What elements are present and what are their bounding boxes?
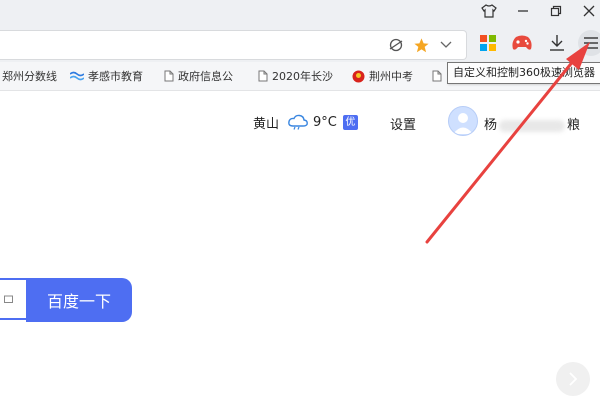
bookmark-item[interactable]: 2020年长沙 <box>258 62 333 90</box>
minimize-icon[interactable] <box>508 0 538 22</box>
document-icon <box>432 70 442 82</box>
restore-icon[interactable] <box>541 0 571 22</box>
bookmark-label: 荆州中考 <box>369 70 413 83</box>
user-name-prefix: 杨 <box>484 118 498 133</box>
emblem-icon <box>352 70 365 82</box>
star-icon[interactable] <box>410 35 432 55</box>
chevron-down-icon[interactable] <box>436 36 456 54</box>
user-name-suffix: 粮 <box>567 118 581 133</box>
tooltip-text: 自定义和控制360极速浏览器 <box>453 66 595 79</box>
bookmark-item[interactable]: 孝感市教育 <box>70 62 143 90</box>
settings-link[interactable]: 设置 <box>390 114 416 133</box>
close-icon[interactable] <box>574 0 600 22</box>
wave-icon <box>70 71 84 81</box>
toolbar <box>0 24 600 62</box>
user-icon <box>453 113 473 134</box>
menu-tooltip: 自定义和控制360极速浏览器 <box>447 62 600 84</box>
camera-icon[interactable] <box>4 294 14 304</box>
gamepad-icon[interactable] <box>510 32 534 54</box>
next-page-button[interactable] <box>556 362 590 396</box>
hamburger-menu-icon[interactable] <box>578 30 600 56</box>
bookmark-item[interactable]: 荆州中考 <box>352 62 413 90</box>
avatar[interactable] <box>448 106 478 136</box>
temperature-label: 9°C <box>313 114 337 130</box>
document-icon <box>258 70 268 82</box>
weather-widget[interactable]: 黄山 9°C 优 <box>253 110 358 134</box>
bookmark-label: 孝感市教育 <box>88 70 143 83</box>
address-bar[interactable] <box>0 30 467 60</box>
document-icon <box>164 70 174 82</box>
city-label: 黄山 <box>253 116 280 132</box>
redacted-name <box>499 119 566 132</box>
bookmark-label: 郑州分数线 <box>2 70 57 83</box>
tshirt-icon[interactable] <box>474 0 504 22</box>
chevron-right-icon <box>569 372 578 386</box>
bookmark-item[interactable] <box>432 62 446 90</box>
user-name[interactable]: 杨粮 <box>484 114 580 133</box>
cloud-rain-icon <box>288 114 308 130</box>
app-grid-icon[interactable] <box>478 33 498 53</box>
title-bar <box>0 0 600 24</box>
bookmark-label: 2020年长沙 <box>272 70 333 83</box>
reader-mode-icon[interactable] <box>386 36 406 54</box>
bookmark-label: 政府信息公 <box>178 70 233 83</box>
search-input[interactable] <box>0 278 26 320</box>
download-icon[interactable] <box>546 32 568 54</box>
bookmark-item[interactable]: 政府信息公 <box>164 62 233 90</box>
aqi-badge: 优 <box>342 114 358 130</box>
search-button[interactable]: 百度一下 <box>26 278 132 322</box>
bookmark-item[interactable]: 郑州分数线 <box>2 62 57 90</box>
